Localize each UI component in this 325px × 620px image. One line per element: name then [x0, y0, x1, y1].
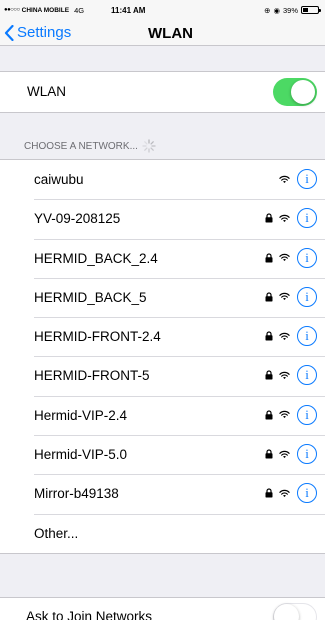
- wlan-toggle-row: WLAN: [0, 71, 325, 113]
- status-left: ●●○○○ CHINA MOBILE 4G: [4, 6, 84, 15]
- wifi-signal-icon: [279, 450, 290, 458]
- info-icon[interactable]: i: [297, 208, 317, 229]
- network-status-icons: i: [265, 365, 317, 386]
- status-right: ⊕ ◉ 39%: [264, 5, 321, 15]
- loading-spinner-icon: [142, 139, 156, 153]
- wifi-signal-icon: [279, 175, 290, 183]
- info-icon[interactable]: i: [297, 444, 317, 465]
- network-status-icons: i: [279, 169, 317, 189]
- network-row[interactable]: Hermid-VIP-2.4 i: [0, 395, 325, 435]
- wifi-signal-icon: [279, 293, 290, 301]
- battery-icon: [301, 6, 321, 14]
- wifi-signal-icon: [279, 332, 290, 340]
- other-network-row[interactable]: Other...: [0, 513, 325, 553]
- network-row[interactable]: YV-09-208125 i: [0, 199, 325, 238]
- lock-icon: [265, 331, 273, 341]
- network-name: Hermid-VIP-5.0: [34, 447, 128, 463]
- network-name: HERMID_BACK_2.4: [34, 250, 158, 266]
- network-name: Mirror-b49138: [34, 486, 119, 502]
- wlan-switch[interactable]: [273, 78, 317, 106]
- network-name: Other...: [34, 525, 79, 541]
- battery-percent: 39%: [282, 5, 298, 15]
- network-row[interactable]: caiwubu i: [0, 160, 325, 199]
- battery-fill: [303, 8, 309, 12]
- ask-to-join-row: Ask to Join Networks: [0, 597, 325, 620]
- signal-strength-icon: ●●○○○: [4, 7, 20, 13]
- network-row[interactable]: Hermid-VIP-5.0 i: [0, 435, 325, 474]
- network-status-icons: i: [265, 483, 317, 504]
- section-header-label: CHOOSE A NETWORK...: [24, 140, 138, 152]
- network-name: Hermid-VIP-2.4: [34, 407, 128, 423]
- alarm-icon: ◉: [273, 5, 280, 15]
- network-row[interactable]: Mirror-b49138 i: [0, 474, 325, 513]
- info-icon[interactable]: i: [297, 286, 317, 307]
- network-status-icons: i: [265, 326, 317, 347]
- ask-to-join-label: Ask to Join Networks: [26, 609, 153, 620]
- wlan-label: WLAN: [27, 84, 67, 99]
- network-name: YV-09-208125: [34, 211, 121, 227]
- wifi-signal-icon: [279, 214, 290, 222]
- network-name: HERMID_BACK_5: [34, 289, 147, 305]
- info-icon[interactable]: i: [297, 404, 317, 425]
- network-type: 4G: [74, 5, 85, 15]
- ask-to-join-switch[interactable]: [273, 603, 317, 620]
- network-status-icons: i: [265, 208, 317, 229]
- lock-icon: [265, 488, 273, 498]
- network-status-icons: i: [265, 444, 317, 465]
- lock-icon: [265, 449, 273, 459]
- network-status-icons: i: [265, 247, 317, 268]
- network-row[interactable]: HERMID-FRONT-5 i: [0, 356, 325, 395]
- wlan-switch-knob: [291, 80, 315, 104]
- status-bar: ●●○○○ CHINA MOBILE 4G 11:41 AM ⊕ ◉ 39%: [0, 0, 325, 20]
- choose-network-header: CHOOSE A NETWORK...: [24, 139, 156, 153]
- wifi-signal-icon: [279, 371, 290, 379]
- wifi-signal-icon: [279, 411, 290, 419]
- carrier-name: CHINA MOBILE: [21, 6, 70, 14]
- info-icon[interactable]: i: [297, 169, 317, 189]
- network-name: HERMID-FRONT-2.4: [34, 329, 161, 345]
- network-status-icons: i: [265, 404, 317, 425]
- info-icon[interactable]: i: [297, 326, 317, 347]
- navigation-bar: Settings WLAN: [0, 20, 325, 46]
- wifi-signal-icon: [279, 489, 290, 497]
- ask-to-join-switch-knob: [274, 604, 299, 620]
- lock-icon: [265, 213, 273, 223]
- network-name: HERMID-FRONT-5: [34, 368, 150, 384]
- info-icon[interactable]: i: [297, 247, 317, 268]
- info-icon[interactable]: i: [297, 483, 317, 504]
- info-icon[interactable]: i: [297, 365, 317, 386]
- network-name: caiwubu: [34, 172, 84, 187]
- lock-icon: [265, 370, 273, 380]
- network-list: caiwubu i YV-09-208125 i HERMID_BACK_2.4 i HER…: [0, 159, 325, 554]
- network-row[interactable]: HERMID_BACK_5 i: [0, 277, 325, 317]
- lock-icon: [265, 292, 273, 302]
- lock-icon: [265, 253, 273, 263]
- network-row[interactable]: HERMID_BACK_2.4 i: [0, 238, 325, 278]
- wifi-signal-icon: [279, 253, 290, 262]
- lock-icon: [265, 410, 273, 420]
- page-title: WLAN: [148, 25, 193, 42]
- location-icon: ⊕: [264, 5, 271, 15]
- clock: 11:41 AM: [111, 5, 146, 15]
- network-row[interactable]: HERMID-FRONT-2.4 i: [0, 317, 325, 356]
- network-status-icons: i: [265, 286, 317, 307]
